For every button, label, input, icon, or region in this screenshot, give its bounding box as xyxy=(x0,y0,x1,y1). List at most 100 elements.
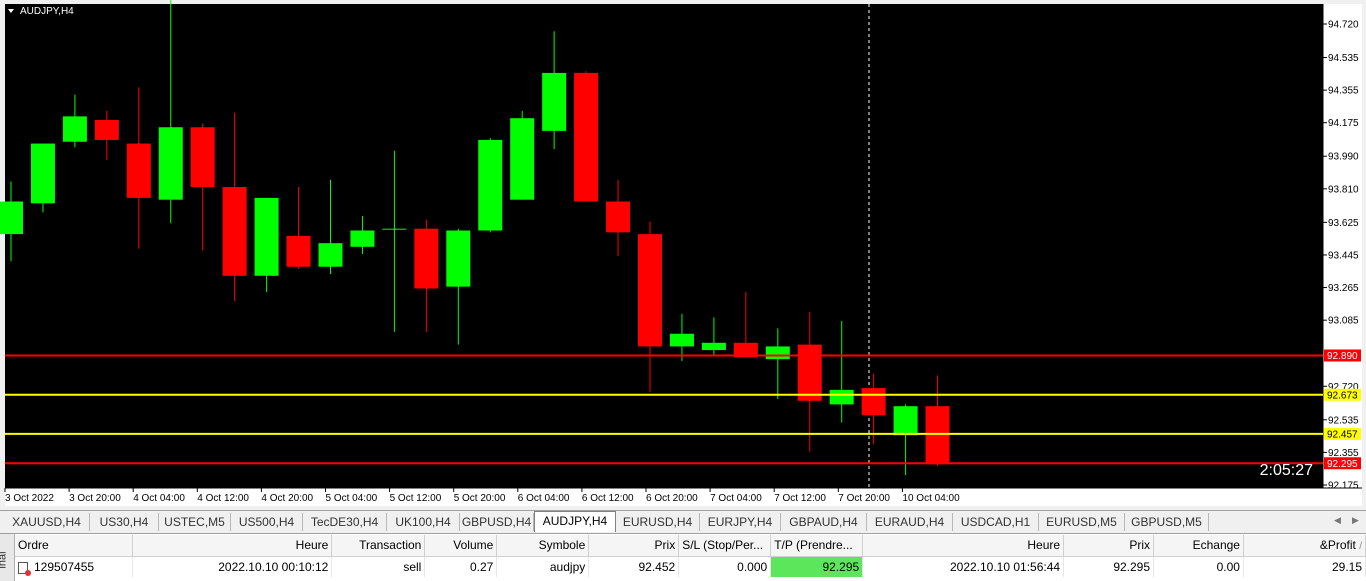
candle-bull xyxy=(510,118,535,200)
tab-us30-h4[interactable]: US30,H4 xyxy=(90,513,159,531)
candle-bull xyxy=(478,139,503,231)
x-tick-label: 6 Oct 20:00 xyxy=(646,493,698,504)
candle-bull xyxy=(254,197,279,276)
candle-bear xyxy=(574,72,599,202)
tab-xauusd-h4[interactable]: XAUUSD,H4 xyxy=(4,513,90,531)
x-tick-label: 6 Oct 04:00 xyxy=(518,493,570,504)
y-tick-label: 93.445 xyxy=(1328,250,1359,261)
x-tick-label: 10 Oct 04:00 xyxy=(902,493,960,504)
tab-usdcad-h1[interactable]: USDCAD,H1 xyxy=(953,513,1039,531)
x-tick-label: 5 Oct 20:00 xyxy=(454,493,506,504)
candle-bull xyxy=(0,201,23,235)
tab-ustec-m5[interactable]: USTEC,M5 xyxy=(159,513,231,531)
col-header-ordre[interactable]: Ordre xyxy=(15,535,134,557)
x-tick-label: 5 Oct 12:00 xyxy=(390,493,442,504)
candle-bull xyxy=(669,333,694,347)
price-chart[interactable]: 94.720 94.535 94.355 94.175 93.990 93.810 93.6… xyxy=(0,0,1366,510)
tab-eurusd-h4[interactable]: EURUSD,H4 xyxy=(616,513,700,531)
col-header-heure[interactable]: Heure xyxy=(132,535,333,557)
chart-title: AUDJPY,H4 xyxy=(20,6,74,17)
candle-bull xyxy=(542,72,567,131)
candle-bear xyxy=(606,201,631,233)
x-tick-label: 3 Oct 2022 xyxy=(5,493,54,504)
tab-tecde30-h4[interactable]: TecDE30,H4 xyxy=(303,513,387,531)
price-level-label: 92.457 xyxy=(1327,429,1358,440)
candle-bull xyxy=(446,230,471,287)
candle-bear xyxy=(190,127,215,188)
tab-eurusd-m5[interactable]: EURUSD,M5 xyxy=(1039,513,1125,531)
candle-bear xyxy=(925,406,950,465)
candle-bear xyxy=(94,120,119,140)
y-tick-label: 93.085 xyxy=(1328,316,1359,327)
col-header-profit-label: &Profit xyxy=(1319,538,1356,553)
cell-ordre: 129507455 xyxy=(15,556,134,577)
scroll-right-icon[interactable]: ▶ xyxy=(1352,515,1359,526)
col-header-prix-close[interactable]: Prix xyxy=(1063,535,1155,557)
tab-us500-h4[interactable]: US500,H4 xyxy=(231,513,303,531)
y-tick-label: 94.535 xyxy=(1328,53,1359,64)
cell-ordre-value: 129507455 xyxy=(34,559,95,574)
y-tick-label: 94.720 xyxy=(1328,20,1359,31)
y-tick-label: 93.810 xyxy=(1328,184,1359,195)
y-tick-label: 92.175 xyxy=(1328,481,1359,492)
candle-bear xyxy=(126,143,151,198)
col-header-echange[interactable]: Echange xyxy=(1153,535,1244,557)
scroll-left-icon[interactable]: ◀ xyxy=(1334,515,1341,526)
col-header-heure-close[interactable]: Heure xyxy=(862,535,1065,557)
candle-bear xyxy=(222,187,247,276)
col-header-profit[interactable]: &Profit / xyxy=(1243,535,1366,557)
candle-bear xyxy=(286,235,311,267)
price-level-label: 92.890 xyxy=(1327,351,1358,362)
tab-uk100-h4[interactable]: UK100,H4 xyxy=(387,513,460,531)
y-tick-label: 92.535 xyxy=(1328,415,1359,426)
x-tick-label: 3 Oct 20:00 xyxy=(69,493,121,504)
tab-gbpusd-h4[interactable]: GBPUSD,H4 xyxy=(460,513,534,531)
col-header-tp[interactable]: T/P (Prendre... xyxy=(770,535,864,557)
x-tick-label: 4 Oct 04:00 xyxy=(133,493,185,504)
cell-profit: 29.15 xyxy=(1243,556,1366,577)
candle-bull xyxy=(158,127,183,200)
y-tick-label: 94.175 xyxy=(1328,118,1359,129)
x-tick-label: 6 Oct 12:00 xyxy=(582,493,634,504)
cell-transaction: sell xyxy=(331,556,426,577)
cell-heure-close: 2022.10.10 01:56:44 xyxy=(862,556,1065,577)
tab-euraud-h4[interactable]: EURAUD,H4 xyxy=(867,513,953,531)
candle-bull xyxy=(893,406,918,436)
candle-bear xyxy=(414,228,439,289)
order-sell-icon xyxy=(18,561,31,576)
x-tick-label: 7 Oct 12:00 xyxy=(774,493,826,504)
cell-sl: 0.000 xyxy=(678,556,772,577)
candle-bull xyxy=(30,143,55,204)
terminal-side-label[interactable]: inal xyxy=(0,534,15,581)
cell-prix-close: 92.295 xyxy=(1063,556,1155,577)
orders-table: Ordre Heure Transaction Volume Symbole P… xyxy=(15,535,1366,577)
y-tick-label: 93.625 xyxy=(1328,218,1359,229)
y-tick-label: 93.265 xyxy=(1328,283,1359,294)
price-level-label: 92.295 xyxy=(1327,459,1358,470)
candle-bull xyxy=(318,243,343,267)
x-tick-label: 5 Oct 04:00 xyxy=(326,493,378,504)
orders-header-row: Ordre Heure Transaction Volume Symbole P… xyxy=(15,535,1366,557)
app-window: 94.720 94.535 94.355 94.175 93.990 93.810 93.6… xyxy=(0,0,1366,581)
col-header-sl[interactable]: S/L (Stop/Per... xyxy=(678,535,772,557)
tab-gbpusd-m5[interactable]: GBPUSD,M5 xyxy=(1125,513,1209,531)
candle-bear xyxy=(861,388,886,416)
candle-bull xyxy=(350,230,375,247)
bar-countdown: 2:05:27 xyxy=(1260,462,1313,479)
col-header-volume[interactable]: Volume xyxy=(424,535,498,557)
candle-bull xyxy=(382,228,407,230)
candle-bull xyxy=(829,389,854,405)
x-tick-label: 7 Oct 04:00 xyxy=(710,493,762,504)
tab-eurjpy-h4[interactable]: EURJPY,H4 xyxy=(700,513,781,531)
cell-heure: 2022.10.10 00:10:12 xyxy=(132,556,333,577)
column-menu-icon[interactable]: / xyxy=(1359,541,1362,552)
table-row[interactable]: 129507455 2022.10.10 00:10:12 sell 0.27 … xyxy=(15,556,1366,577)
chart-window: 94.720 94.535 94.355 94.175 93.990 93.810 93.6… xyxy=(0,0,1366,510)
col-header-symbole[interactable]: Symbole xyxy=(496,535,590,557)
tab-gbpaud-h4[interactable]: GBPAUD,H4 xyxy=(781,513,867,531)
cell-echange: 0.00 xyxy=(1153,556,1244,577)
col-header-prix[interactable]: Prix xyxy=(588,535,680,557)
tab-audjpy-h4[interactable]: AUDJPY,H4 xyxy=(534,511,616,532)
y-tick-label: 92.355 xyxy=(1328,448,1359,459)
col-header-transaction[interactable]: Transaction xyxy=(331,535,426,557)
